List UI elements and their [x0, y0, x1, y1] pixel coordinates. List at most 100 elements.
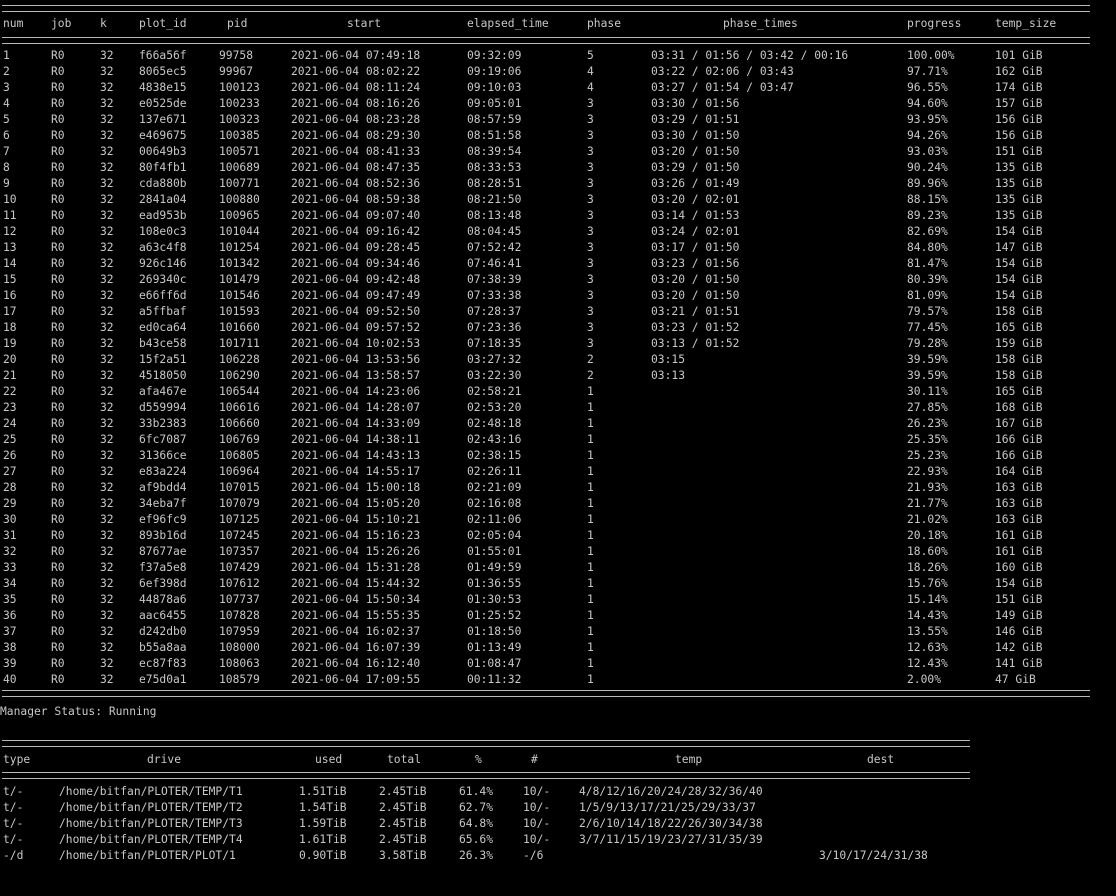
col-header-used: used: [315, 753, 343, 766]
table-row: 11 R0 32 ead953b 100965 2021-06-04 09:07:40 08…: [0, 208, 1116, 224]
table-row: 33 R0 32 f37a5e8 107429 2021-06-04 15:31:28 01…: [0, 560, 1116, 576]
cell-pid: 107125: [219, 513, 260, 526]
cell-num: 18: [3, 321, 17, 334]
cell-total: 2.45TiB: [379, 801, 427, 814]
cell-progress: 81.47%: [907, 257, 948, 270]
cell-job: R0: [51, 177, 65, 190]
cell-num: 17: [3, 305, 17, 318]
cell-start: 2021-06-04 14:43:13: [291, 449, 421, 462]
cell-start: 2021-06-04 09:47:49: [291, 289, 421, 302]
cell-total: 2.45TiB: [379, 785, 427, 798]
cell-temp-size: 101 GiB: [995, 49, 1043, 62]
cell-plot-id: af9bdd4: [139, 481, 187, 494]
cell-type: -/d: [3, 849, 24, 862]
table-row: 4 R0 32 e0525de 100233 2021-06-04 08:16:26 09:…: [0, 96, 1116, 112]
cell-temp-size: 154 GiB: [995, 289, 1043, 302]
cell-temp-size: 163 GiB: [995, 513, 1043, 526]
cell-plot-id: cda880b: [139, 177, 187, 190]
table-row: 38 R0 32 b55a8aa 108000 2021-06-04 16:07:39 01…: [0, 640, 1116, 656]
cell-k: 32: [100, 641, 114, 654]
cell-phase: 3: [587, 161, 594, 174]
cell-progress: 15.76%: [907, 577, 948, 590]
cell-phase-times: 03:20 / 02:01: [651, 193, 740, 206]
cell-job: R0: [51, 609, 65, 622]
cell-phase: 1: [587, 657, 594, 670]
cell-progress: 21.02%: [907, 513, 948, 526]
cell-pid: 106769: [219, 433, 260, 446]
cell-phase-times: 03:20 / 01:50: [651, 289, 740, 302]
cell-temp-size: 154 GiB: [995, 577, 1043, 590]
cell-plot-id: ec87f83: [139, 657, 187, 670]
cell-plot-id: 87677ae: [139, 545, 187, 558]
cell-elapsed-time: 02:58:21: [467, 385, 522, 398]
col-header-num: num: [3, 17, 24, 30]
cell-elapsed-time: 03:22:30: [467, 369, 522, 382]
cell-used: 1.51TiB: [299, 785, 347, 798]
cell-start: 2021-06-04 08:52:36: [291, 177, 421, 190]
cell-plot-id: 00649b3: [139, 145, 187, 158]
cell-pid: 107015: [219, 481, 260, 494]
cell-temp-size: 161 GiB: [995, 529, 1043, 542]
col-header-percent: %: [475, 753, 482, 766]
cell-phase: 1: [587, 529, 594, 542]
cell-temp-size: 151 GiB: [995, 145, 1043, 158]
cell-elapsed-time: 02:26:11: [467, 465, 522, 478]
cell-phase-times: 03:30 / 01:56: [651, 97, 740, 110]
cell-job: R0: [51, 241, 65, 254]
cell-plot-id: 137e671: [139, 113, 187, 126]
cell-pid: 106228: [219, 353, 260, 366]
cell-phase: 5: [587, 49, 594, 62]
cell-temp-size: 156 GiB: [995, 129, 1043, 142]
cell-phase: 3: [587, 273, 594, 286]
cell-progress: 93.03%: [907, 145, 948, 158]
cell-used: 1.61TiB: [299, 833, 347, 846]
cell-temp-size: 151 GiB: [995, 593, 1043, 606]
cell-phase-times: 03:24 / 02:01: [651, 225, 740, 238]
cell-pid: 106290: [219, 369, 260, 382]
cell-elapsed-time: 02:05:04: [467, 529, 522, 542]
table-row: 9 R0 32 cda880b 100771 2021-06-04 08:52:36 08:…: [0, 176, 1116, 192]
cell-temp-size: 160 GiB: [995, 561, 1043, 574]
col-header-temp: temp: [675, 753, 703, 766]
cell-phase: 1: [587, 593, 594, 606]
cell-progress: 79.28%: [907, 337, 948, 350]
cell-num: 5: [3, 113, 10, 126]
cell-phase: 1: [587, 385, 594, 398]
cell-elapsed-time: 08:33:53: [467, 161, 522, 174]
col-header-phase: phase: [587, 17, 622, 30]
cell-num: 8: [3, 161, 10, 174]
cell-progress: 94.60%: [907, 97, 948, 110]
cell-plot-id: ead953b: [139, 209, 187, 222]
cell-total: 2.45TiB: [379, 817, 427, 830]
cell-num: 38: [3, 641, 17, 654]
col-header-progress: progress: [907, 17, 962, 30]
cell-phase: 3: [587, 337, 594, 350]
cell-job: R0: [51, 145, 65, 158]
cell-start: 2021-06-04 13:58:57: [291, 369, 421, 382]
cell-job: R0: [51, 561, 65, 574]
top-separator: [2, 5, 1090, 12]
table-row: 23 R0 32 d559994 106616 2021-06-04 14:28:07 02…: [0, 400, 1116, 416]
cell-plot-id: ed0ca64: [139, 321, 187, 334]
cell-elapsed-time: 08:39:54: [467, 145, 522, 158]
cell-temp-size: 165 GiB: [995, 321, 1043, 334]
table-row: 35 R0 32 44878a6 107737 2021-06-04 15:50:34 01…: [0, 592, 1116, 608]
table-row: 17 R0 32 a5ffbaf 101593 2021-06-04 09:52:50 07…: [0, 304, 1116, 320]
cell-type: t/-: [3, 833, 24, 846]
table-row: 13 R0 32 a63c4f8 101254 2021-06-04 09:28:45 07…: [0, 240, 1116, 256]
cell-start: 2021-06-04 13:53:56: [291, 353, 421, 366]
cell-k: 32: [100, 81, 114, 94]
cell-elapsed-time: 07:33:38: [467, 289, 522, 302]
cell-plot-id: 15f2a51: [139, 353, 187, 366]
cell-k: 32: [100, 657, 114, 670]
cell-pid: 107959: [219, 625, 260, 638]
cell-type: t/-: [3, 801, 24, 814]
cell-progress: 93.95%: [907, 113, 948, 126]
cell-num: 37: [3, 625, 17, 638]
cell-num: 27: [3, 465, 17, 478]
cell-temp-size: 147 GiB: [995, 241, 1043, 254]
cell-count: 10/-: [523, 833, 551, 846]
cell-pid: 101711: [219, 337, 260, 350]
cell-start: 2021-06-04 08:02:22: [291, 65, 421, 78]
cell-k: 32: [100, 321, 114, 334]
